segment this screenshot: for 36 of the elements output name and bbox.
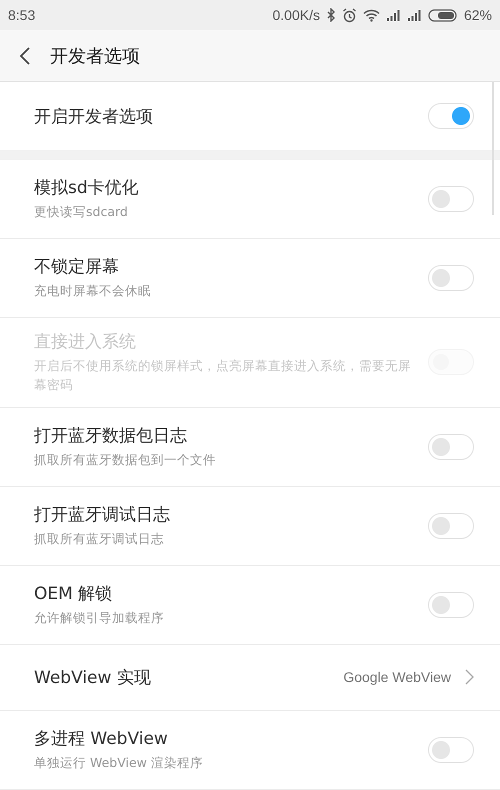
bluetooth-icon [326, 8, 336, 22]
setting-title: 直接进入系统 [34, 331, 137, 353]
back-icon[interactable] [18, 46, 32, 66]
page-title: 开发者选项 [50, 44, 140, 68]
toggle-switch[interactable] [428, 265, 474, 291]
setting-description: 抓取所有蓝牙数据包到一个文件 [34, 450, 216, 469]
setting-title: 多进程 WebView [34, 728, 169, 750]
network-speed: 0.00K/s [272, 7, 320, 23]
setting-description: 开启后不使用系统的锁屏样式，点亮屏幕直接进入系统，需要无屏幕密码 [34, 357, 412, 394]
setting-description: 更快读写sdcard [34, 203, 129, 222]
setting-title: 模拟sd卡优化 [34, 177, 139, 200]
setting-description: 抓取所有蓝牙调试日志 [34, 530, 165, 548]
battery-percent: 62% [464, 7, 492, 23]
toggle-switch[interactable] [428, 592, 474, 618]
setting-title: WebView 实现 [34, 666, 151, 688]
alarm-icon [342, 8, 357, 22]
wifi-icon [362, 8, 380, 22]
setting-description: 充电时屏幕不会休眠 [34, 282, 151, 300]
toggle-switch[interactable] [428, 186, 474, 212]
signal-icon [406, 9, 422, 21]
signal-icon [386, 9, 401, 21]
toggle-switch[interactable] [428, 512, 474, 538]
setting-title: 打开蓝牙数据包日志 [34, 424, 188, 447]
toggle-switch[interactable] [428, 736, 474, 762]
chevron-right-icon [465, 669, 474, 685]
setting-description: 允许解锁引导加载程序 [34, 608, 164, 627]
setting-title: 不锁定屏幕 [34, 256, 120, 278]
toggle-switch[interactable] [428, 103, 474, 129]
setting-title: 开启开发者选项 [34, 106, 153, 128]
setting-value: Google WebView [343, 669, 451, 685]
clock: 8:53 [8, 7, 36, 23]
setting-title: 打开蓝牙调试日志 [34, 504, 170, 526]
setting-description: 单独运行 WebView 渲染程序 [34, 754, 203, 772]
battery-icon [428, 8, 458, 22]
setting-title: OEM 解锁 [34, 582, 114, 605]
toggle-switch[interactable] [428, 434, 474, 460]
